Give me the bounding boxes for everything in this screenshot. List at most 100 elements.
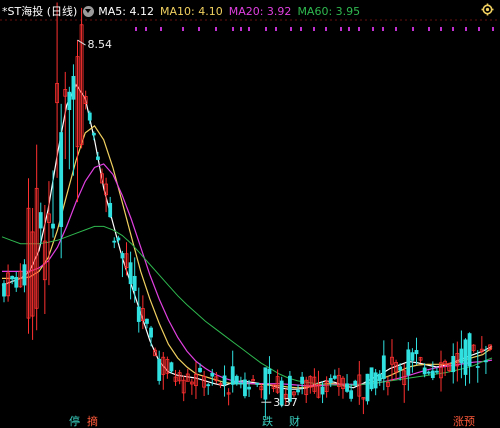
signal-finance: 财 (289, 415, 300, 428)
ma10-line (2, 125, 493, 389)
candle-body (59, 132, 64, 227)
event-tick (340, 27, 342, 31)
ma5-label: MA5: 4.12 (98, 4, 154, 18)
stock-title: *ST海投 (日线) (2, 5, 78, 18)
event-tick (290, 27, 292, 31)
candle-body (116, 237, 121, 241)
candle-body (435, 370, 439, 373)
candle-body (467, 333, 472, 367)
event-tick (452, 27, 454, 31)
candle-body (406, 349, 411, 376)
candle-body (373, 372, 378, 389)
candle-body (112, 240, 117, 243)
candle-body (91, 132, 96, 136)
candle-body (414, 350, 419, 355)
signal-remove-st: 摘 (87, 415, 98, 428)
candle-body (71, 75, 76, 100)
event-tick (382, 27, 384, 31)
candle-body (149, 327, 153, 338)
candle-body (157, 358, 162, 381)
candle-body (51, 223, 55, 229)
candle-body (381, 355, 386, 379)
event-tick (372, 27, 374, 31)
event-tick (275, 27, 277, 31)
event-tick (478, 27, 480, 31)
ma-indicator-icon[interactable] (83, 5, 95, 17)
candle-body (365, 373, 370, 402)
candle-body (87, 112, 92, 121)
candle-body (108, 202, 113, 218)
candle-body (451, 355, 456, 373)
signal-drop: 跌 (262, 415, 273, 428)
event-tick (395, 27, 397, 31)
event-tick (300, 27, 302, 31)
low-price-label: 3.37 (273, 396, 298, 409)
event-tick (135, 27, 137, 31)
candle-body (128, 262, 133, 285)
candle-body (132, 275, 137, 291)
candle-body (120, 253, 125, 259)
candle-body (67, 91, 72, 111)
event-tick (248, 27, 250, 31)
candle-body (300, 376, 305, 384)
ma20-label: MA20: 3.92 (228, 4, 292, 18)
candle-body (145, 318, 149, 324)
gear-icon[interactable] (481, 3, 494, 16)
candle-body (353, 380, 358, 386)
candle-body (206, 384, 211, 387)
candle-body (243, 379, 247, 397)
candle-body (398, 366, 403, 371)
candle-body (410, 352, 415, 361)
candle-body (459, 348, 464, 364)
event-tick (182, 27, 184, 31)
event-tick (440, 27, 442, 31)
event-tick (145, 27, 147, 31)
candle-body (430, 370, 435, 379)
candle-body (222, 375, 227, 385)
kline-chart[interactable]: 8.54 3.37 (0, 0, 500, 428)
candle-body (463, 339, 468, 375)
event-tick (198, 27, 200, 31)
candle-body (10, 275, 15, 280)
event-tick (428, 27, 430, 31)
candle-body (234, 375, 239, 385)
candle-body (247, 386, 251, 390)
ma60-line (1, 225, 493, 386)
candle-body (345, 383, 349, 392)
candle-body (475, 366, 480, 368)
event-tick (492, 27, 494, 31)
candle-body (422, 367, 427, 375)
candle-body (169, 362, 174, 372)
ma5-line (1, 83, 493, 390)
event-tick (348, 27, 350, 31)
event-tick (313, 27, 315, 31)
event-tick (160, 27, 162, 31)
event-tick (265, 27, 267, 31)
candle-body (267, 368, 272, 374)
event-tick (215, 27, 217, 31)
candle-body (369, 367, 374, 390)
candle-body (377, 373, 382, 382)
candle-body (320, 386, 325, 395)
candle-body (38, 212, 43, 229)
chart-header: *ST海投 (日线) MA5: 4.12 MA10: 4.10 MA20: 3.… (2, 3, 366, 19)
candle-body (349, 390, 354, 399)
candle-body (230, 366, 235, 385)
event-tick (325, 27, 327, 31)
candle-body (426, 371, 431, 374)
candle-body (136, 306, 141, 322)
high-price-label: 8.54 (88, 38, 113, 51)
candle-body (96, 156, 100, 160)
event-tick (465, 27, 467, 31)
candle-body (255, 382, 260, 385)
candle-body (210, 373, 215, 377)
signal-rise-forecast: 涨预 (453, 415, 475, 428)
candle-body (296, 389, 300, 393)
candle-body (198, 367, 202, 373)
candle-body (263, 367, 268, 400)
ma10-label: MA10: 4.10 (160, 4, 223, 18)
event-tick (358, 27, 360, 31)
candle-body (22, 264, 27, 286)
event-tick (232, 27, 234, 31)
event-tick (412, 27, 414, 31)
